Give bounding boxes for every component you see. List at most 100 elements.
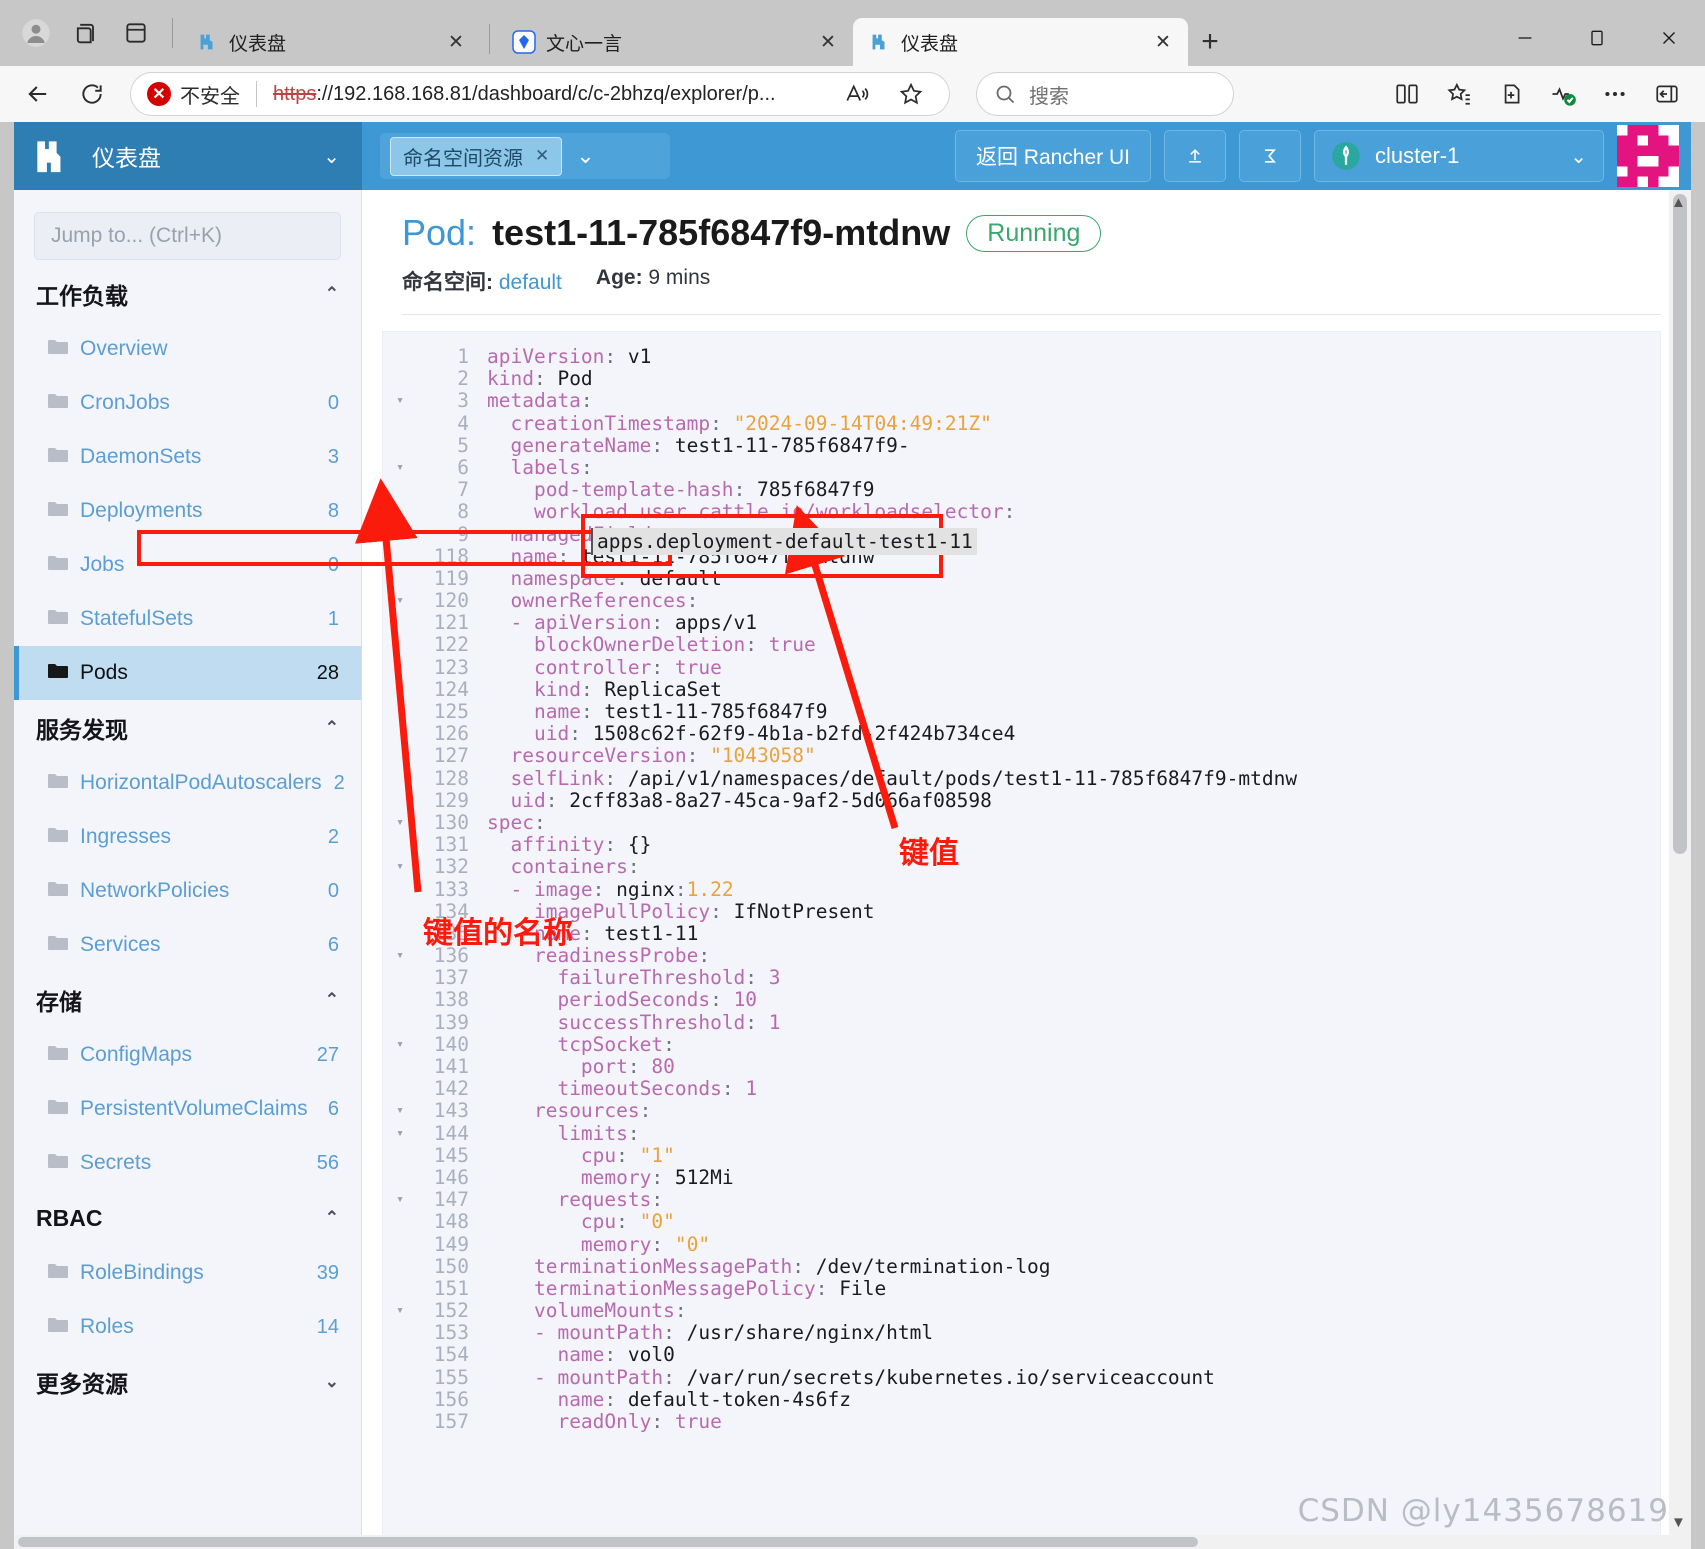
chevron-up-icon[interactable]: ⌃ (325, 990, 339, 1010)
jump-to-input[interactable]: Jump to... (Ctrl+K) (34, 212, 341, 260)
close-window-button[interactable] (1633, 10, 1705, 66)
line-number: 137 (433, 966, 469, 990)
age-label: Age: (595, 266, 643, 289)
fold-toggle-icon[interactable]: ▾ (383, 1100, 417, 1122)
yaml-source: readOnly: true (557, 1410, 722, 1433)
fold-toggle-icon[interactable]: ▾ (383, 1034, 417, 1056)
split-screen-icon[interactable] (1383, 72, 1431, 116)
nav-group-rbac[interactable]: RBAC ⌃ (14, 1190, 361, 1246)
scrollbar-thumb[interactable] (1673, 194, 1687, 854)
collections-add-icon[interactable] (1487, 72, 1535, 116)
avatar[interactable] (1617, 125, 1679, 187)
nav-group-service-discovery[interactable]: 服务发现 ⌃ (14, 700, 361, 756)
sidebar-item-persistentvolumeclaims[interactable]: PersistentVolumeClaims 6 (14, 1082, 361, 1136)
scrollbar-thumb[interactable] (18, 1537, 1198, 1547)
sidebar-item-secrets[interactable]: Secrets 56 (14, 1136, 361, 1190)
fold-toggle-icon[interactable]: ▾ (383, 812, 417, 834)
fold-toggle-icon[interactable]: ▾ (383, 1123, 417, 1145)
yaml-source: name: default-token-4s6fz (557, 1387, 851, 1411)
scroll-down-icon[interactable]: ▼ (1671, 1514, 1689, 1531)
maximize-button[interactable] (1561, 10, 1633, 66)
folder-icon (48, 933, 68, 957)
chevron-down-icon[interactable]: ⌄ (576, 143, 594, 169)
fold-toggle-icon[interactable]: ▾ (383, 1300, 417, 1322)
namespace-value[interactable]: default (499, 271, 562, 294)
fold-toggle-icon[interactable]: ▸ (383, 524, 417, 546)
sidebar-item-cronjobs[interactable]: CronJobs 0 (14, 376, 361, 430)
fold-toggle-icon[interactable]: ▾ (383, 945, 417, 967)
address-bar[interactable]: ✕ 不安全 https://192.168.168.81/dashboard/c… (130, 72, 950, 116)
yaml-line: 150 terminationMessagePath: /dev/termina… (383, 1255, 1660, 1278)
security-warning[interactable]: ✕ 不安全 (147, 80, 240, 109)
line-number: 2 (457, 367, 469, 391)
reload-icon[interactable] (68, 72, 116, 116)
search-input[interactable]: 搜索 (976, 72, 1234, 116)
cluster-selector[interactable]: cluster-1 ⌄ (1314, 130, 1604, 182)
back-to-rancher-button[interactable]: 返回 Rancher UI (954, 130, 1151, 182)
favorites-icon[interactable] (1435, 72, 1483, 116)
line-number: 119 (433, 566, 469, 590)
nav-group-more-resources[interactable]: 更多资源 ⌄ (14, 1354, 361, 1410)
chevron-up-icon[interactable]: ⌃ (325, 718, 339, 738)
back-arrow-icon[interactable] (14, 72, 62, 116)
chevron-up-icon[interactable]: ⌃ (325, 284, 339, 304)
product-name: 仪表盘 (92, 145, 161, 171)
horizontal-scrollbar[interactable] (14, 1535, 1691, 1549)
close-icon[interactable]: ✕ (535, 146, 549, 166)
upload-icon[interactable] (1164, 130, 1226, 182)
browser-essentials-icon[interactable] (1539, 72, 1587, 116)
browser-toolbar: ✕ 不安全 https://192.168.168.81/dashboard/c… (0, 66, 1705, 122)
sidebar-item-ingresses[interactable]: Ingresses 2 (14, 810, 361, 864)
new-tab-button[interactable]: + (1188, 20, 1232, 64)
close-icon[interactable]: ✕ (815, 29, 841, 55)
chevron-up-icon[interactable]: ⌃ (325, 1208, 339, 1228)
vertical-scrollbar[interactable]: ▲ ▼ (1669, 190, 1691, 1549)
yaml-viewer[interactable]: 1 apiVersion: v1 2 kind: Pod ▾ 3 metadata: 4 cr… (382, 331, 1661, 1549)
rancher-icon (867, 30, 891, 54)
star-icon[interactable] (889, 72, 933, 116)
sidebar-icon[interactable] (1643, 72, 1691, 116)
browser-tab-1[interactable]: 仪表盘 ✕ (181, 18, 481, 66)
sidebar-item-overview[interactable]: Overview (14, 322, 361, 376)
fold-toggle-icon[interactable]: ▾ (383, 590, 417, 612)
sidebar-item-services[interactable]: Services 6 (14, 918, 361, 972)
collections-icon[interactable] (64, 11, 108, 55)
chevron-down-icon[interactable]: ⌄ (323, 144, 340, 169)
line-number: 5 (457, 433, 469, 457)
namespace-filter[interactable]: 命名空间资源 ✕ ⌄ (380, 133, 670, 179)
nav-group-storage[interactable]: 存储 ⌃ (14, 972, 361, 1028)
read-aloud-icon[interactable] (835, 72, 879, 116)
sidebar-item-horizontalpodautoscalers[interactable]: HorizontalPodAutoscalers 2 (14, 756, 361, 810)
sidebar-item-daemonsets[interactable]: DaemonSets 3 (14, 430, 361, 484)
chevron-down-icon[interactable]: ⌄ (325, 1372, 339, 1392)
browser-tab-2[interactable]: 文心一言 ✕ (498, 18, 853, 66)
sidebar-item-networkpolicies[interactable]: NetworkPolicies 0 (14, 864, 361, 918)
namespace-chip[interactable]: 命名空间资源 ✕ (390, 136, 563, 176)
sidebar-item-pods[interactable]: Pods 28 (14, 646, 361, 700)
sidebar-item-deployments[interactable]: Deployments 8 (14, 484, 361, 538)
sidebar-item-jobs[interactable]: Jobs 0 (14, 538, 361, 592)
sidebar-item-rolebindings[interactable]: RoleBindings 39 (14, 1246, 361, 1300)
product-switcher[interactable]: 仪表盘 ⌄ (14, 122, 362, 190)
shell-icon[interactable] (1239, 130, 1301, 182)
more-icon[interactable] (1591, 72, 1639, 116)
chevron-down-icon[interactable]: ⌄ (1570, 144, 1587, 169)
nav-group-workloads[interactable]: 工作负载 ⌃ (14, 266, 361, 322)
fold-toggle-icon[interactable]: ▾ (383, 390, 417, 412)
sidebar-item-configmaps[interactable]: ConfigMaps 27 (14, 1028, 361, 1082)
minimize-button[interactable] (1489, 10, 1561, 66)
close-icon[interactable]: ✕ (443, 29, 469, 55)
folder-icon (48, 391, 68, 415)
fold-toggle-icon[interactable]: ▾ (383, 457, 417, 479)
fold-toggle-icon[interactable]: ▾ (383, 1189, 417, 1211)
sidebar-item-roles[interactable]: Roles 14 (14, 1300, 361, 1354)
tab-panel-icon[interactable] (114, 11, 158, 55)
browser-tab-3-active[interactable]: 仪表盘 ✕ (853, 18, 1188, 66)
account-icon[interactable] (14, 11, 58, 55)
fold-toggle-icon[interactable]: ▾ (383, 856, 417, 878)
close-icon[interactable]: ✕ (1150, 29, 1176, 55)
sidebar-item-statefulsets[interactable]: StatefulSets 1 (14, 592, 361, 646)
scroll-up-icon[interactable]: ▲ (1671, 194, 1689, 211)
